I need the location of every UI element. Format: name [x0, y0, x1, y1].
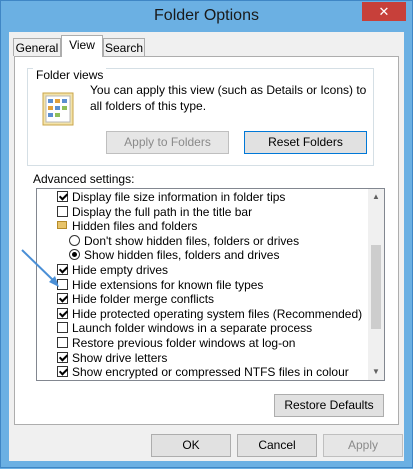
- advanced-setting-label: Show hidden files, folders and drives: [84, 248, 280, 263]
- checkbox-checked[interactable]: [57, 293, 68, 305]
- window-title: Folder Options: [154, 7, 259, 24]
- tab-search[interactable]: Search: [103, 38, 145, 56]
- radio-selected[interactable]: [69, 249, 80, 261]
- radio-unselected[interactable]: [69, 234, 80, 246]
- advanced-setting-label: Display the full path in the title bar: [72, 204, 253, 219]
- folder-views-legend: Folder views: [33, 68, 107, 82]
- title-bar[interactable]: Folder Options ✕: [1, 1, 412, 31]
- close-icon: ✕: [378, 4, 390, 19]
- folder-icon: [57, 221, 67, 230]
- vertical-scrollbar[interactable]: ▲ ▼: [368, 189, 384, 380]
- checkbox-unchecked[interactable]: [57, 205, 68, 217]
- checkbox-unchecked[interactable]: [57, 278, 68, 290]
- checkbox-checked[interactable]: [57, 191, 68, 202]
- advanced-setting-label: Hide extensions for known file types: [72, 277, 264, 292]
- advanced-setting-label: Hide protected operating system files (R…: [72, 306, 363, 321]
- restore-defaults-button[interactable]: Restore Defaults: [274, 394, 384, 417]
- advanced-setting-label: Hide folder merge conflicts: [72, 292, 215, 307]
- checkbox-checked[interactable]: [57, 366, 68, 378]
- scroll-down-icon[interactable]: ▼: [368, 364, 384, 380]
- reset-folders-button[interactable]: Reset Folders: [244, 131, 367, 154]
- scroll-up-icon[interactable]: ▲: [368, 189, 384, 205]
- dialog-client: General View Search Folder views You can…: [9, 32, 404, 461]
- advanced-setting-label: Show drive letters: [72, 350, 168, 365]
- apply-button[interactable]: Apply: [323, 434, 403, 457]
- advanced-setting-label: Don't show hidden files, folders or driv…: [84, 233, 300, 248]
- advanced-setting-label: Restore previous folder windows at log-o…: [72, 336, 296, 350]
- checkbox-checked[interactable]: [57, 264, 68, 275]
- folder-views-icon: [42, 92, 74, 126]
- checkbox-checked[interactable]: [57, 351, 68, 363]
- advanced-setting-label: Display file size information in folder …: [72, 190, 286, 204]
- advanced-settings-label: Advanced settings:: [33, 172, 135, 186]
- scroll-thumb[interactable]: [371, 245, 381, 329]
- folder-options-window: Folder Options ✕ General View Search Fol…: [0, 0, 413, 468]
- ok-button[interactable]: OK: [151, 434, 231, 457]
- cancel-button[interactable]: Cancel: [237, 434, 317, 457]
- advanced-setting-label: Hide empty drives: [72, 263, 169, 277]
- advanced-setting-label: Hidden files and folders: [72, 219, 198, 234]
- view-tab-panel: Folder views You can apply this view (su…: [14, 56, 399, 425]
- advanced-setting-label: Show encrypted or compressed NTFS files …: [72, 365, 349, 380]
- folder-views-group: Folder views You can apply this view (su…: [27, 68, 374, 166]
- advanced-settings-list[interactable]: Display file size information in folder …: [36, 188, 385, 381]
- apply-to-folders-button[interactable]: Apply to Folders: [106, 131, 229, 154]
- checkbox-unchecked[interactable]: [57, 337, 68, 348]
- advanced-setting-label: Launch folder windows in a separate proc…: [72, 321, 313, 336]
- tab-view[interactable]: View: [61, 35, 103, 57]
- close-button[interactable]: ✕: [362, 2, 406, 21]
- tab-general[interactable]: General: [13, 38, 61, 56]
- folder-views-description: You can apply this view (such as Details…: [90, 83, 367, 113]
- checkbox-unchecked[interactable]: [57, 322, 68, 334]
- checkbox-checked[interactable]: [57, 307, 68, 319]
